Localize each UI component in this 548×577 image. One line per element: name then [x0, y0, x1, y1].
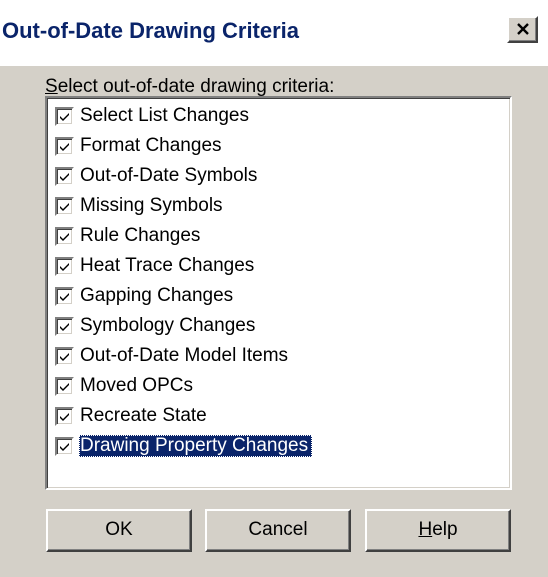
criteria-item-out-of-date-model-items[interactable]: Out-of-Date Model Items [55, 344, 289, 368]
help-button[interactable]: Help [365, 509, 511, 552]
checkmark-icon [60, 262, 69, 271]
checkmark-icon [60, 412, 69, 421]
criteria-item-label: Out-of-Date Symbols [80, 165, 258, 186]
criteria-item-format-changes[interactable]: Format Changes [55, 134, 223, 158]
checkmark-icon [60, 142, 69, 151]
criteria-item-recreate-state[interactable]: Recreate State [55, 404, 208, 428]
window-title: Out-of-Date Drawing Criteria [2, 18, 300, 43]
checkbox[interactable] [55, 226, 74, 246]
checkmark-icon [60, 232, 69, 241]
criteria-item-out-of-date-symbols[interactable]: Out-of-Date Symbols [55, 164, 258, 188]
checkbox[interactable] [55, 196, 74, 216]
checkmark-icon [60, 322, 69, 331]
criteria-item-label: Drawing Property Changes [79, 435, 313, 457]
criteria-item-label: Gapping Changes [80, 285, 234, 306]
criteria-item-label: Recreate State [80, 405, 207, 426]
checkmark-icon [60, 382, 69, 391]
checkbox[interactable] [55, 136, 74, 156]
checkbox[interactable] [55, 436, 74, 456]
criteria-item-label: Missing Symbols [80, 195, 223, 216]
checkmark-icon [60, 172, 69, 181]
criteria-item-moved-opcs[interactable]: Moved OPCs [55, 374, 194, 398]
checkmark-icon [60, 442, 69, 451]
criteria-item-label: Moved OPCs [80, 375, 193, 396]
checkbox[interactable] [55, 106, 74, 126]
checkbox[interactable] [55, 316, 74, 336]
checkbox[interactable] [55, 286, 74, 306]
close-button[interactable] [507, 16, 538, 43]
criteria-item-label: Out-of-Date Model Items [80, 345, 289, 366]
criteria-item-missing-symbols[interactable]: Missing Symbols [55, 194, 224, 218]
criteria-item-symbology-changes[interactable]: Symbology Changes [55, 314, 256, 338]
prompt-accelerator: S [45, 76, 58, 97]
help-accelerator: H [418, 519, 433, 540]
checkmark-icon [60, 352, 69, 361]
checkmark-icon [60, 202, 69, 211]
help-label: elp [432, 519, 458, 540]
checkbox[interactable] [55, 166, 74, 186]
checkmark-icon [60, 112, 69, 121]
cancel-button[interactable]: Cancel [205, 509, 351, 552]
criteria-item-label: Format Changes [80, 135, 222, 156]
out-of-date-criteria-dialog: Out-of-Date Drawing Criteria Select out-… [0, 0, 548, 577]
criteria-item-label: Select List Changes [80, 105, 249, 126]
criteria-item-select-list-changes[interactable]: Select List Changes [55, 104, 250, 128]
ok-button[interactable]: OK [46, 509, 192, 552]
criteria-item-gapping-changes[interactable]: Gapping Changes [55, 284, 234, 308]
checkbox[interactable] [55, 346, 74, 366]
criteria-item-rule-changes[interactable]: Rule Changes [55, 224, 201, 248]
prompt-text: elect out-of-date drawing criteria: [57, 76, 335, 97]
criteria-item-label: Heat Trace Changes [80, 255, 255, 276]
close-icon [516, 19, 530, 41]
criteria-item-drawing-property-changes[interactable]: Drawing Property Changes [55, 434, 313, 458]
checkbox[interactable] [55, 406, 74, 426]
criteria-item-label: Symbology Changes [80, 315, 256, 336]
checkbox[interactable] [55, 376, 74, 396]
title-bar[interactable]: Out-of-Date Drawing Criteria [0, 0, 548, 66]
checkmark-icon [60, 292, 69, 301]
criteria-item-heat-trace-changes[interactable]: Heat Trace Changes [55, 254, 255, 278]
criteria-checklist[interactable]: Select List Changes Format Changes Out-o… [45, 96, 512, 490]
checkbox[interactable] [55, 256, 74, 276]
criteria-item-label: Rule Changes [80, 225, 201, 246]
criteria-prompt-label: Select out-of-date drawing criteria: [45, 76, 334, 98]
